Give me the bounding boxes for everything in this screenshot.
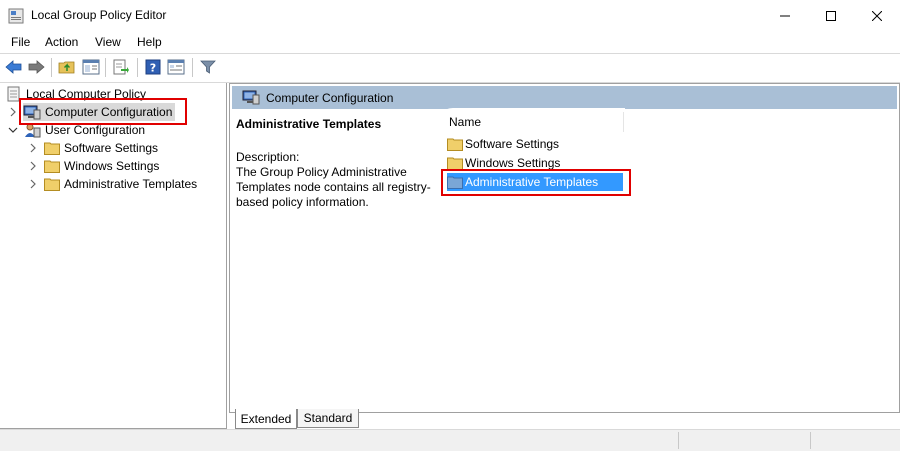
tree-label: Software Settings xyxy=(64,141,159,155)
tree-label: Administrative Templates xyxy=(64,177,198,191)
status-bar xyxy=(0,429,900,451)
title-bar: Local Group Policy Editor xyxy=(0,0,900,31)
toolbar-separator xyxy=(192,58,193,77)
toolbar-separator xyxy=(105,58,106,77)
description-label: Description: xyxy=(236,150,300,164)
list-item-label: Software Settings xyxy=(465,137,560,151)
chevron-right-icon[interactable] xyxy=(28,143,38,153)
chevron-right-icon[interactable] xyxy=(28,161,38,171)
tree-item-administrative-templates[interactable]: Administrative Templates xyxy=(28,175,197,193)
export-list-icon xyxy=(113,59,129,75)
back-button[interactable] xyxy=(5,58,23,76)
chevron-down-icon[interactable] xyxy=(8,125,18,135)
folder-icon xyxy=(44,142,60,155)
maximize-button[interactable] xyxy=(808,0,854,31)
help-icon: ? xyxy=(145,59,161,75)
chevron-right-icon[interactable] xyxy=(8,107,18,117)
tree-item-windows-settings[interactable]: Windows Settings xyxy=(28,157,159,175)
forward-button[interactable] xyxy=(27,58,45,76)
folder-icon xyxy=(44,178,60,191)
tree-label: Windows Settings xyxy=(64,159,160,173)
description-text: The Group Policy Administrative Template… xyxy=(236,165,431,209)
properties-button[interactable] xyxy=(167,58,185,76)
highlight-box-administrative-templates xyxy=(441,169,631,196)
toolbar-separator xyxy=(137,58,138,77)
status-divider xyxy=(810,432,811,449)
group-policy-app-icon xyxy=(8,8,24,24)
show-hide-console-tree-button[interactable] xyxy=(82,58,100,76)
filter-icon xyxy=(200,60,216,74)
close-icon xyxy=(872,10,882,21)
tree-item-software-settings[interactable]: Software Settings xyxy=(28,139,158,157)
minimize-icon xyxy=(780,15,790,16)
export-list-button[interactable] xyxy=(112,58,130,76)
up-folder-icon xyxy=(58,61,75,74)
tree-label: User Configuration xyxy=(45,123,146,137)
menu-bar: File Action View Help xyxy=(0,31,900,52)
details-header: Computer Configuration xyxy=(232,86,897,109)
tab-extended[interactable]: Extended xyxy=(235,409,297,429)
help-button[interactable]: ? xyxy=(144,58,162,76)
svg-text:?: ? xyxy=(150,62,156,75)
close-button[interactable] xyxy=(854,0,900,31)
forward-arrow-icon xyxy=(28,60,45,74)
console-tree: Local Computer Policy Computer Configura… xyxy=(0,83,227,429)
folder-icon xyxy=(44,160,60,173)
window-title: Local Group Policy Editor xyxy=(31,8,167,22)
list-item-label: Windows Settings xyxy=(465,156,561,170)
filter-button[interactable] xyxy=(199,58,217,76)
menu-file[interactable]: File xyxy=(11,35,30,49)
column-header-name[interactable]: Name xyxy=(449,115,481,129)
description-title: Administrative Templates xyxy=(236,117,382,131)
maximize-icon xyxy=(826,10,836,21)
menu-view[interactable]: View xyxy=(95,35,121,49)
list-item-software-settings[interactable]: Software Settings xyxy=(447,135,559,153)
chevron-right-icon[interactable] xyxy=(28,179,38,189)
toolbar-separator xyxy=(51,58,52,77)
minimize-button[interactable] xyxy=(762,0,808,31)
folder-icon xyxy=(447,157,463,170)
menu-action[interactable]: Action xyxy=(45,35,78,49)
highlight-box-computer-configuration xyxy=(19,98,187,125)
details-pane: Computer Configuration Administrative Te… xyxy=(229,83,900,413)
back-arrow-icon xyxy=(5,60,22,74)
show-hide-tree-icon xyxy=(82,59,100,75)
properties-icon xyxy=(167,59,185,75)
column-separator[interactable] xyxy=(623,112,624,132)
toolbar: ? xyxy=(0,53,900,83)
details-header-label: Computer Configuration xyxy=(266,91,394,105)
folder-icon xyxy=(447,138,463,151)
up-one-level-button[interactable] xyxy=(58,58,76,76)
menu-help[interactable]: Help xyxy=(137,35,162,49)
status-divider xyxy=(678,432,679,449)
computer-icon xyxy=(242,90,260,105)
tab-standard[interactable]: Standard xyxy=(297,409,359,428)
